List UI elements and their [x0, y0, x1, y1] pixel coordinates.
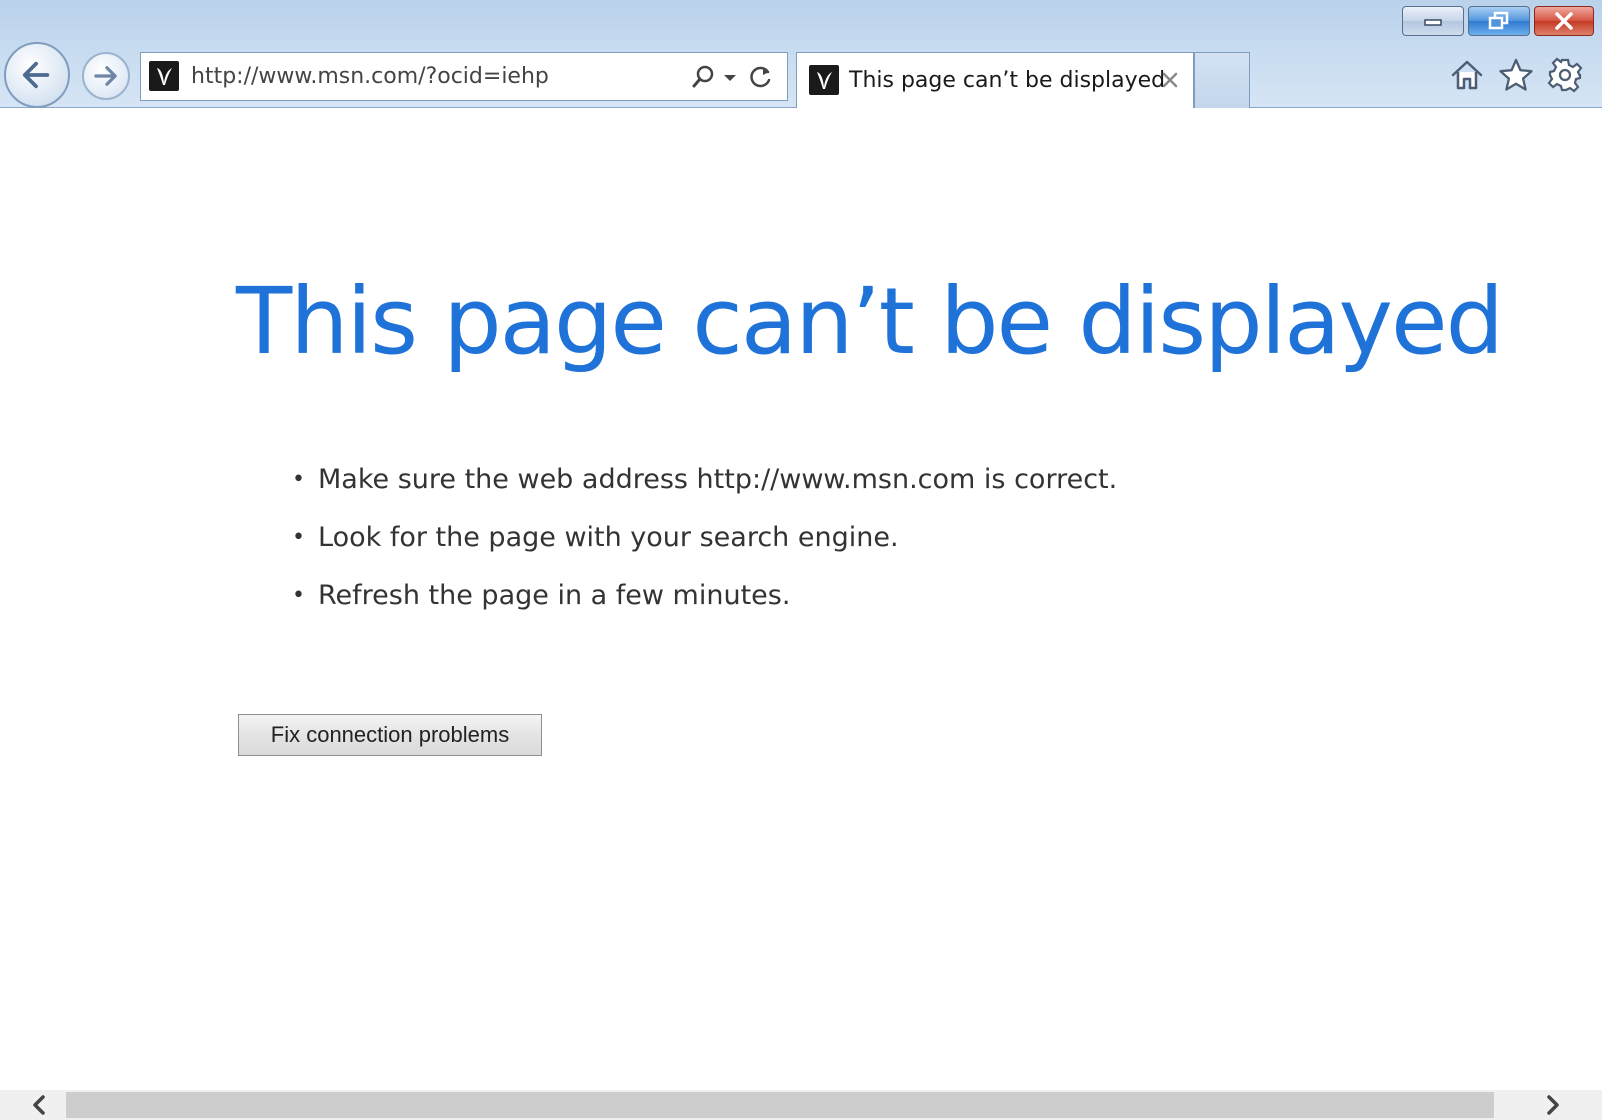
page-content: This page can’t be displayed • Make sure… [0, 108, 1602, 1090]
chevron-left-icon[interactable] [26, 1092, 52, 1118]
chevron-right-icon[interactable] [1540, 1092, 1566, 1118]
restore-button[interactable] [1468, 6, 1530, 36]
home-icon[interactable] [1448, 56, 1486, 94]
suggestion-text: Refresh the page in a few minutes. [318, 580, 791, 611]
suggestion-text: Make sure the web address http://www.msn… [318, 464, 1118, 495]
msn-butterfly-icon [149, 61, 179, 91]
tab-error-page[interactable]: This page can’t be displayed [796, 52, 1194, 108]
back-arrow-icon [22, 61, 50, 89]
fix-connection-problems-button[interactable]: Fix connection problems [238, 714, 542, 756]
back-button[interactable] [4, 42, 70, 108]
msn-butterfly-icon [809, 65, 839, 95]
tab-title: This page can’t be displayed [849, 68, 1166, 93]
browser-window: http://www.msn.com/?ocid=iehp This page … [0, 0, 1602, 1120]
list-item: • Refresh the page in a few minutes. [292, 576, 1117, 634]
star-icon[interactable] [1497, 56, 1535, 94]
page-title: This page can’t be displayed [236, 268, 1504, 375]
forward-button[interactable] [82, 52, 130, 100]
new-tab-button[interactable] [1194, 52, 1250, 108]
address-url[interactable]: http://www.msn.com/?ocid=iehp [191, 64, 549, 89]
gear-icon[interactable] [1546, 56, 1584, 94]
minimize-icon [1424, 19, 1442, 26]
horizontal-scrollbar[interactable] [0, 1090, 1602, 1120]
window-close-button[interactable] [1534, 6, 1594, 36]
list-item: • Make sure the web address http://www.m… [292, 460, 1117, 518]
bullet-icon: • [292, 525, 305, 550]
scrollbar-thumb[interactable] [66, 1092, 1494, 1118]
minimize-button[interactable] [1402, 6, 1464, 36]
search-icon[interactable] [689, 63, 717, 91]
address-bar[interactable]: http://www.msn.com/?ocid=iehp [140, 52, 788, 101]
restore-icon [1488, 11, 1509, 30]
list-item: • Look for the page with your search eng… [292, 518, 1117, 576]
bullet-icon: • [292, 583, 305, 608]
close-icon [1555, 12, 1573, 30]
forward-arrow-icon [94, 66, 117, 86]
close-icon[interactable] [1159, 69, 1181, 91]
suggestion-list: • Make sure the web address http://www.m… [292, 460, 1117, 634]
refresh-icon[interactable] [747, 63, 775, 91]
suggestion-text: Look for the page with your search engin… [318, 522, 899, 553]
bullet-icon: • [292, 467, 305, 492]
chevron-down-icon[interactable] [721, 65, 739, 89]
browser-toolbar: http://www.msn.com/?ocid=iehp This page … [0, 0, 1602, 108]
